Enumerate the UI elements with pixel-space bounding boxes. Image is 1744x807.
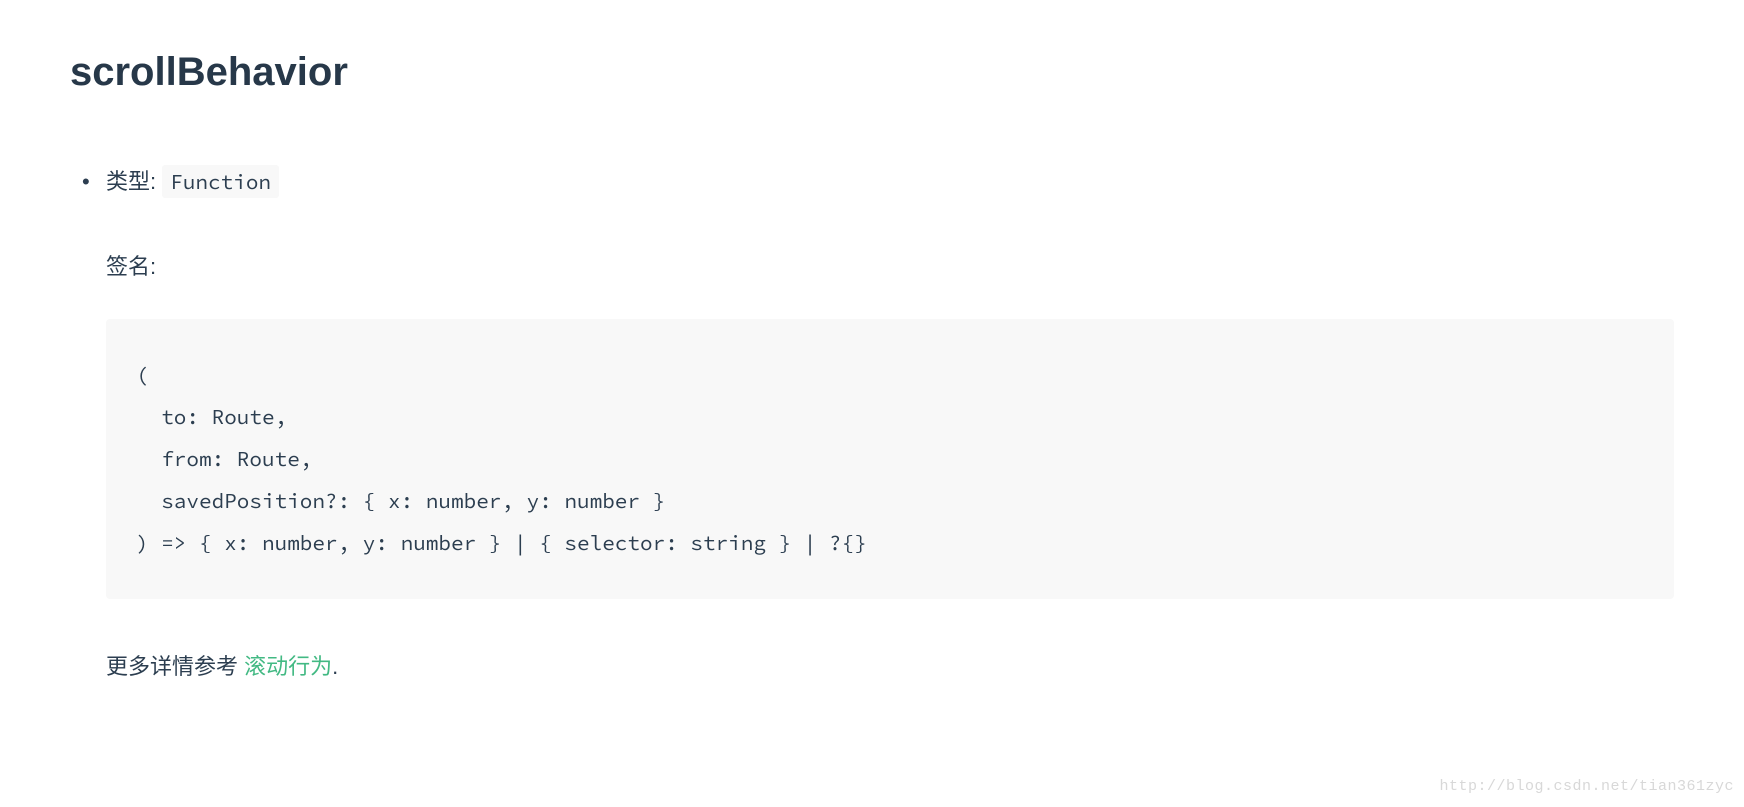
more-info-prefix: 更多详情参考 xyxy=(106,654,244,679)
type-label: 类型: xyxy=(106,169,162,194)
content-list: 类型: Function 签名: ( to: Route, from: Rout… xyxy=(70,164,1674,685)
signature-label: 签名: xyxy=(106,249,1674,284)
more-info-suffix: . xyxy=(332,654,338,679)
watermark: http://blog.csdn.net/tian361zyc xyxy=(1439,775,1734,799)
list-item: 类型: Function 签名: ( to: Route, from: Rout… xyxy=(106,164,1674,685)
section-heading: scrollBehavior xyxy=(70,40,1674,104)
scroll-behavior-link[interactable]: 滚动行为 xyxy=(244,654,332,679)
code-content: ( to: Route, from: Route, savedPosition?… xyxy=(136,361,867,556)
more-info-line: 更多详情参考 滚动行为. xyxy=(106,649,1674,684)
type-value-code: Function xyxy=(162,165,279,198)
code-block: ( to: Route, from: Route, savedPosition?… xyxy=(106,319,1674,599)
type-line: 类型: Function xyxy=(106,164,1674,199)
